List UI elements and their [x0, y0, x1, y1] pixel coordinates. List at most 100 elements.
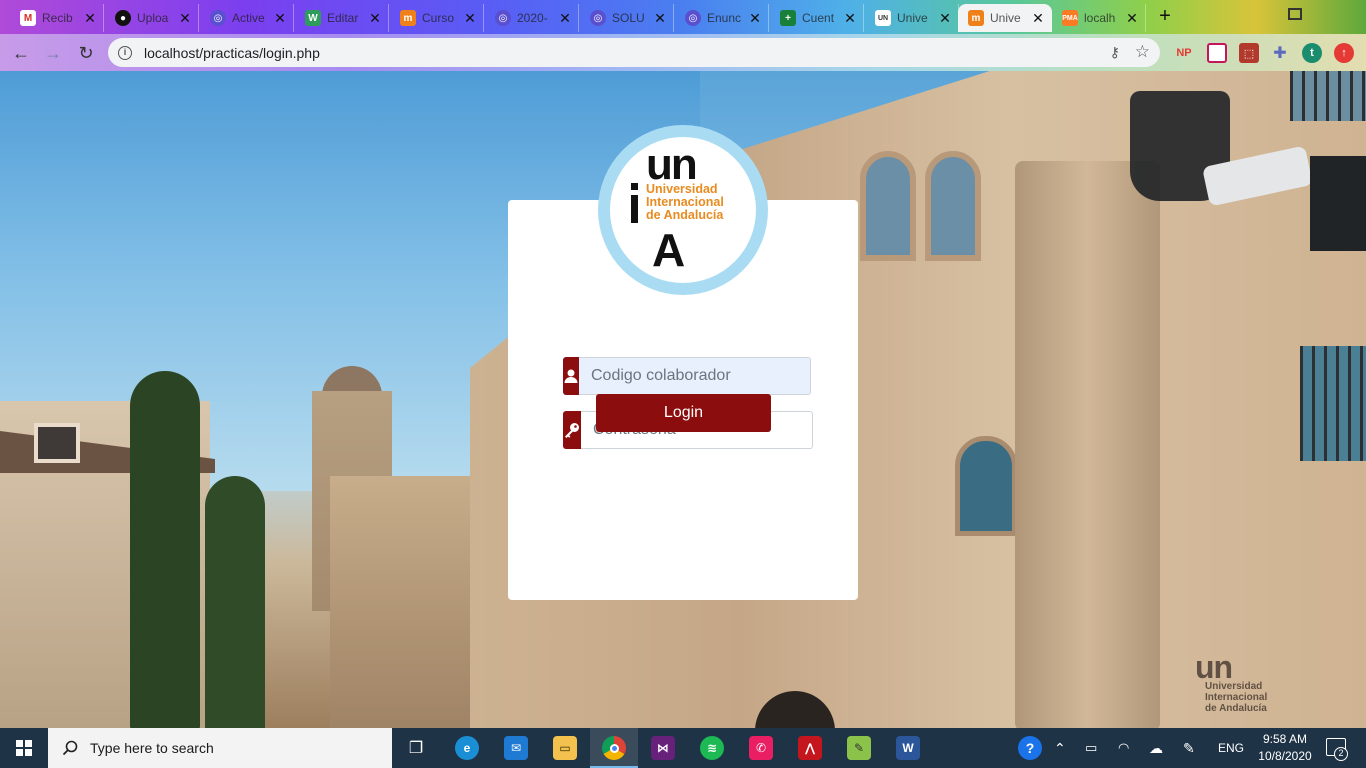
globe-icon: ◎ — [495, 10, 511, 26]
mail-icon[interactable]: ✉ — [504, 736, 528, 760]
new-tab-button[interactable]: + — [1154, 6, 1176, 28]
gothic-window — [955, 436, 1017, 536]
battery-icon[interactable]: ▭ — [1085, 728, 1097, 768]
close-icon[interactable]: ✕ — [653, 10, 667, 27]
close-icon[interactable]: ✕ — [938, 10, 952, 27]
close-icon[interactable]: ✕ — [1125, 10, 1139, 27]
browser-toolbar: ← → ↻ i localhost/practicas/login.php ⚷ … — [0, 34, 1366, 71]
arch-window — [925, 151, 981, 261]
logo-name-line: de Andalucía — [646, 208, 724, 222]
login-button[interactable]: Login — [596, 394, 771, 432]
onedrive-icon[interactable]: ☁ — [1149, 728, 1163, 768]
windows-taskbar: Type here to search ❐ e ✉ ▭ ⋈ ≋ ✆ ⋀ ✎ W … — [0, 728, 1366, 768]
watermark-line: Internacional — [1205, 692, 1268, 703]
unia-watermark: un Universidad Internacional de Andalucí… — [1195, 651, 1268, 714]
close-icon[interactable]: ✕ — [748, 10, 762, 27]
reload-button[interactable]: ↻ — [73, 40, 99, 66]
sheets-plus-icon: + — [780, 10, 796, 26]
close-icon[interactable]: ✕ — [558, 10, 572, 27]
logo-i-dot — [631, 183, 638, 190]
xampp-icon: PMA — [1062, 10, 1078, 26]
close-icon[interactable]: ✕ — [1031, 10, 1045, 27]
tab-localhost[interactable]: PMA localh ✕ — [1052, 4, 1146, 32]
tab-gmail[interactable]: M Recib ✕ — [10, 4, 104, 32]
logo-i-stem — [631, 195, 638, 223]
close-icon[interactable]: ✕ — [368, 10, 382, 27]
chevron-up-icon[interactable]: ⌃ — [1054, 728, 1066, 768]
tab-editar[interactable]: W Editar ✕ — [295, 4, 389, 32]
tab-github[interactable]: ● Uploa ✕ — [105, 4, 199, 32]
close-icon[interactable]: ✕ — [178, 10, 192, 27]
arch-window — [860, 151, 916, 261]
notepad-plus-icon[interactable]: ✎ — [847, 736, 871, 760]
whatsapp-icon[interactable]: ✆ — [749, 736, 773, 760]
cypress-tree — [205, 476, 265, 728]
chrome-icon[interactable] — [602, 736, 626, 760]
notification-count: 2 — [1334, 747, 1348, 761]
user-icon — [563, 357, 579, 395]
tab-2020[interactable]: ◎ 2020- ✕ — [485, 4, 579, 32]
restore-window-icon[interactable] — [1288, 8, 1302, 20]
tab-solu[interactable]: ◎ SOLU ✕ — [580, 4, 674, 32]
extensions-puzzle-icon[interactable]: ✚ — [1270, 43, 1290, 63]
pen-icon[interactable]: ✎ — [1183, 728, 1195, 768]
site-info-icon[interactable]: i — [118, 45, 132, 60]
edge-icon[interactable]: e — [455, 736, 479, 760]
tab-title: Active — [232, 11, 265, 25]
key-icon[interactable]: ⚷ — [1110, 44, 1120, 61]
acrobat-icon[interactable]: ⋀ — [798, 736, 822, 760]
clock-time: 9:58 AM — [1262, 732, 1308, 746]
user-field-group — [563, 357, 811, 395]
np-extension-icon[interactable]: NP — [1174, 43, 1194, 63]
bookmark-star-icon[interactable]: ☆ — [1135, 42, 1150, 62]
clock-date: 10/8/2020 — [1258, 749, 1312, 763]
tab-unive-2[interactable]: m Unive ✕ — [958, 4, 1052, 32]
globe-icon: ◎ — [590, 10, 606, 26]
tab-strip: M Recib ✕ ● Uploa ✕ ◎ Active ✕ W Editar … — [0, 0, 1366, 34]
close-icon[interactable]: ✕ — [273, 10, 287, 27]
tab-cuent[interactable]: + Cuent ✕ — [770, 4, 864, 32]
tab-title: Cuent — [802, 11, 835, 25]
start-button[interactable] — [0, 728, 48, 768]
update-icon[interactable]: ↑ — [1334, 43, 1354, 63]
watermark-line: Universidad — [1205, 681, 1263, 692]
moodle-icon: m — [400, 10, 416, 26]
tab-unive-1[interactable]: UN Unive ✕ — [865, 4, 959, 32]
close-icon[interactable]: ✕ — [463, 10, 477, 27]
wolf-icon: W — [305, 10, 321, 26]
back-button[interactable]: ← — [8, 40, 34, 66]
tab-title: SOLU — [612, 11, 645, 25]
tab-title: Enunc — [707, 11, 742, 25]
tab-curso[interactable]: m Curso ✕ — [390, 4, 484, 32]
wifi-icon[interactable]: ◠ — [1118, 728, 1129, 768]
window-left — [34, 423, 80, 463]
task-view-icon[interactable]: ❐ — [404, 736, 428, 760]
github-icon: ● — [115, 10, 131, 26]
file-explorer-icon[interactable]: ▭ — [553, 736, 577, 760]
key-icon — [563, 411, 581, 449]
visual-studio-icon[interactable]: ⋈ — [651, 736, 675, 760]
help-icon[interactable]: ? — [1018, 736, 1042, 760]
language-indicator[interactable]: ENG — [1218, 728, 1244, 768]
tab-title: Curso — [422, 11, 455, 25]
logo-university-name: Universidad Internacional de Andalucía — [646, 183, 724, 222]
pdf-extension-icon[interactable]: ⬚ — [1239, 43, 1259, 63]
close-icon[interactable]: ✕ — [83, 10, 97, 27]
search-placeholder: Type here to search — [90, 740, 214, 756]
tab-enunc[interactable]: ◎ Enunc ✕ — [675, 4, 769, 32]
close-icon[interactable]: ✕ — [843, 10, 857, 27]
taskbar-search[interactable]: Type here to search — [48, 728, 392, 768]
tab-title: Editar — [327, 11, 359, 25]
url-text: localhost/practicas/login.php — [144, 44, 320, 61]
forward-button[interactable]: → — [40, 40, 66, 66]
word-icon[interactable]: W — [896, 736, 920, 760]
address-bar[interactable]: i localhost/practicas/login.php ⚷ ☆ — [108, 38, 1160, 67]
profile-avatar[interactable]: t — [1302, 43, 1322, 63]
clock[interactable]: 9:58 AM 10/8/2020 — [1255, 731, 1315, 765]
user-code-input[interactable] — [579, 357, 811, 395]
tab-title: Unive — [897, 11, 928, 25]
cypress-tree — [130, 371, 200, 728]
spotify-icon[interactable]: ≋ — [700, 736, 724, 760]
tab-active[interactable]: ◎ Active ✕ — [200, 4, 294, 32]
pocket-extension-icon[interactable] — [1207, 43, 1227, 63]
